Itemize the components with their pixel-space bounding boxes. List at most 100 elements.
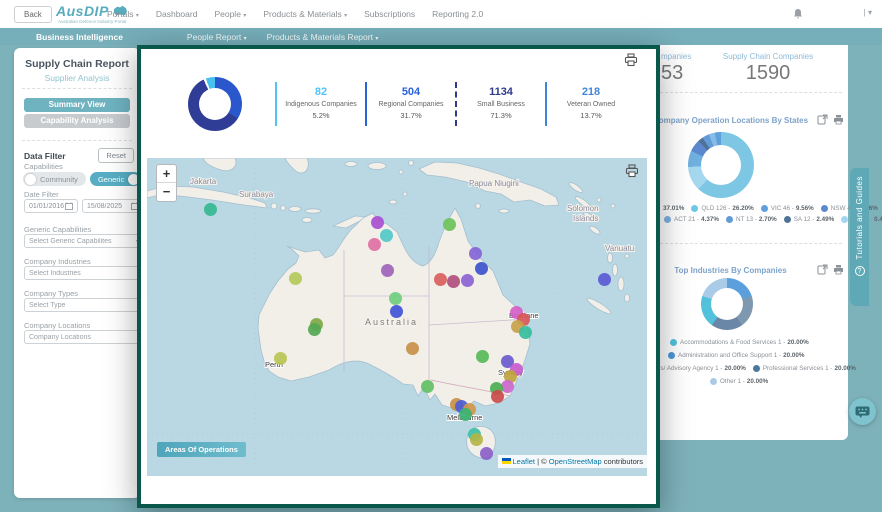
industries-chart-title: Top Industries By Companies [648,266,813,275]
legend-dot [668,352,675,359]
menu-portals[interactable]: Portals ▾ [107,9,139,19]
map-marker[interactable] [421,380,434,393]
map-marker[interactable] [289,272,302,285]
industries-donut-chart[interactable] [701,278,753,330]
page-subtitle: Supplier Analysis [14,73,140,83]
map-marker[interactable] [308,323,321,336]
stat-veteran-owned: 218 Veteran Owned 13.7% [545,82,635,126]
menu-people[interactable]: People ▾ [214,9,246,19]
map-marker[interactable] [406,342,419,355]
map-marker[interactable] [443,218,456,231]
tab-products-materials-report[interactable]: Products & Materials Report ▾ [267,32,379,42]
capabilities-label: Capabilities [24,162,63,171]
map-marker[interactable] [598,273,611,286]
menu-products-materials[interactable]: Products & Materials ▾ [263,9,347,19]
reset-filter-button[interactable]: Reset [98,148,134,163]
company-locations-input[interactable]: Company Locations [24,330,144,344]
stat-percent: 71.3% [457,111,545,120]
summary-view-button[interactable]: Summary View [24,98,130,112]
legend-dot [691,205,698,212]
map-marker[interactable] [470,433,483,446]
summary-donut-chart[interactable] [188,77,242,131]
chevron-down-icon: ▾ [136,13,139,19]
stat-value: 1134 [457,86,545,98]
openstreetmap-link[interactable]: OpenStreetMap [549,457,602,466]
menu-dashboard[interactable]: Dashboard [156,9,198,19]
clipped-stat-label: mpanies [661,52,691,61]
legend-dot [710,378,717,385]
company-industries-select[interactable]: Select Industries [24,266,144,280]
brand-name: AusDIP [56,3,109,19]
map-marker[interactable] [434,273,447,286]
states-donut-chart[interactable] [688,132,754,198]
map-marker[interactable] [480,447,493,460]
company-types-select[interactable]: Select Type [24,298,144,312]
areas-of-operations-map[interactable]: Jakarta Surabaya Papua Niugini Solomon I… [147,158,647,476]
map-marker[interactable] [519,326,532,339]
map-marker[interactable] [381,264,394,277]
stat-percent: 31.7% [367,111,455,120]
tab-business-intelligence[interactable]: Business Intelligence [36,32,123,42]
date-from-field[interactable]: 01/01/2016 [24,199,78,213]
stat-percent: 13.7% [547,111,635,120]
states-legend-row: 37.01% QLD 126 - 26.20% VIC 46 - 9.56% N… [661,205,878,212]
user-menu-dropdown[interactable]: | ▾ [864,8,872,17]
map-marker[interactable] [447,275,460,288]
chevron-down-icon: ▾ [243,13,246,19]
map-marker[interactable] [204,203,217,216]
map-marker[interactable] [459,408,472,421]
date-filter-label: Date Filter [24,190,59,199]
map-marker[interactable] [380,229,393,242]
stat-label: Regional Companies [367,101,455,108]
chat-widget-button[interactable] [849,398,876,425]
map-marker[interactable] [461,274,474,287]
ukraine-flag-icon [502,458,511,464]
stat-label: Small Business [457,101,545,108]
community-toggle[interactable]: Community [23,172,86,186]
toggle-knob [25,174,36,185]
chevron-down-icon: ▾ [344,13,347,19]
tutorials-and-guides-tab[interactable]: Tutorials and Guides ? [850,168,869,306]
generic-capabilities-select[interactable]: Select Generic Capabilites▾ [24,234,144,248]
map-markers-layer [147,158,647,476]
expand-icon[interactable] [817,114,828,125]
company-types-label: Company Types [24,289,78,298]
stat-percent: 5.2% [277,111,365,120]
map-marker[interactable] [368,238,381,251]
map-marker[interactable] [475,262,488,275]
print-icon[interactable] [625,164,639,178]
zoom-out-button[interactable]: − [157,183,176,201]
stat-label: Veteran Owned [547,101,635,108]
map-marker[interactable] [274,352,287,365]
keyboard-chat-icon [855,406,870,418]
map-marker[interactable] [469,247,482,260]
legend-dot [664,216,671,223]
back-button[interactable]: Back [14,6,52,23]
menu-subscriptions[interactable]: Subscriptions [364,9,415,19]
capability-analysis-button[interactable]: Capability Analysis [24,114,130,128]
map-marker[interactable] [389,292,402,305]
expand-icon[interactable] [817,264,828,275]
map-marker[interactable] [371,216,384,229]
notifications-bell-icon[interactable] [792,8,804,20]
tab-people-report[interactable]: People Report ▾ [187,32,247,42]
divider [660,243,842,244]
industries-legend-row: Accommodations & Food Services 1 - 20.00… [670,339,809,346]
zoom-in-button[interactable]: + [157,165,176,183]
leaflet-link[interactable]: Leaflet [513,457,536,466]
map-marker[interactable] [476,350,489,363]
supply-chain-companies-value: 1590 [688,62,848,85]
states-chart-title: Company Operation Locations By States [648,116,813,125]
generic-toggle[interactable]: Generic [90,172,141,186]
map-marker[interactable] [491,390,504,403]
stat-label: Indigenous Companies [277,101,365,108]
print-icon[interactable] [833,264,844,275]
stat-indigenous-companies: 82 Indigenous Companies 5.2% [275,82,365,126]
menu-reporting[interactable]: Reporting 2.0 [432,9,483,19]
divider [660,92,842,93]
legend-dot [670,339,677,346]
map-marker[interactable] [390,305,403,318]
stat-small-business: 1134 Small Business 71.3% [455,82,545,126]
print-icon[interactable] [833,114,844,125]
date-to-field[interactable]: 15/08/2025 [82,199,144,213]
